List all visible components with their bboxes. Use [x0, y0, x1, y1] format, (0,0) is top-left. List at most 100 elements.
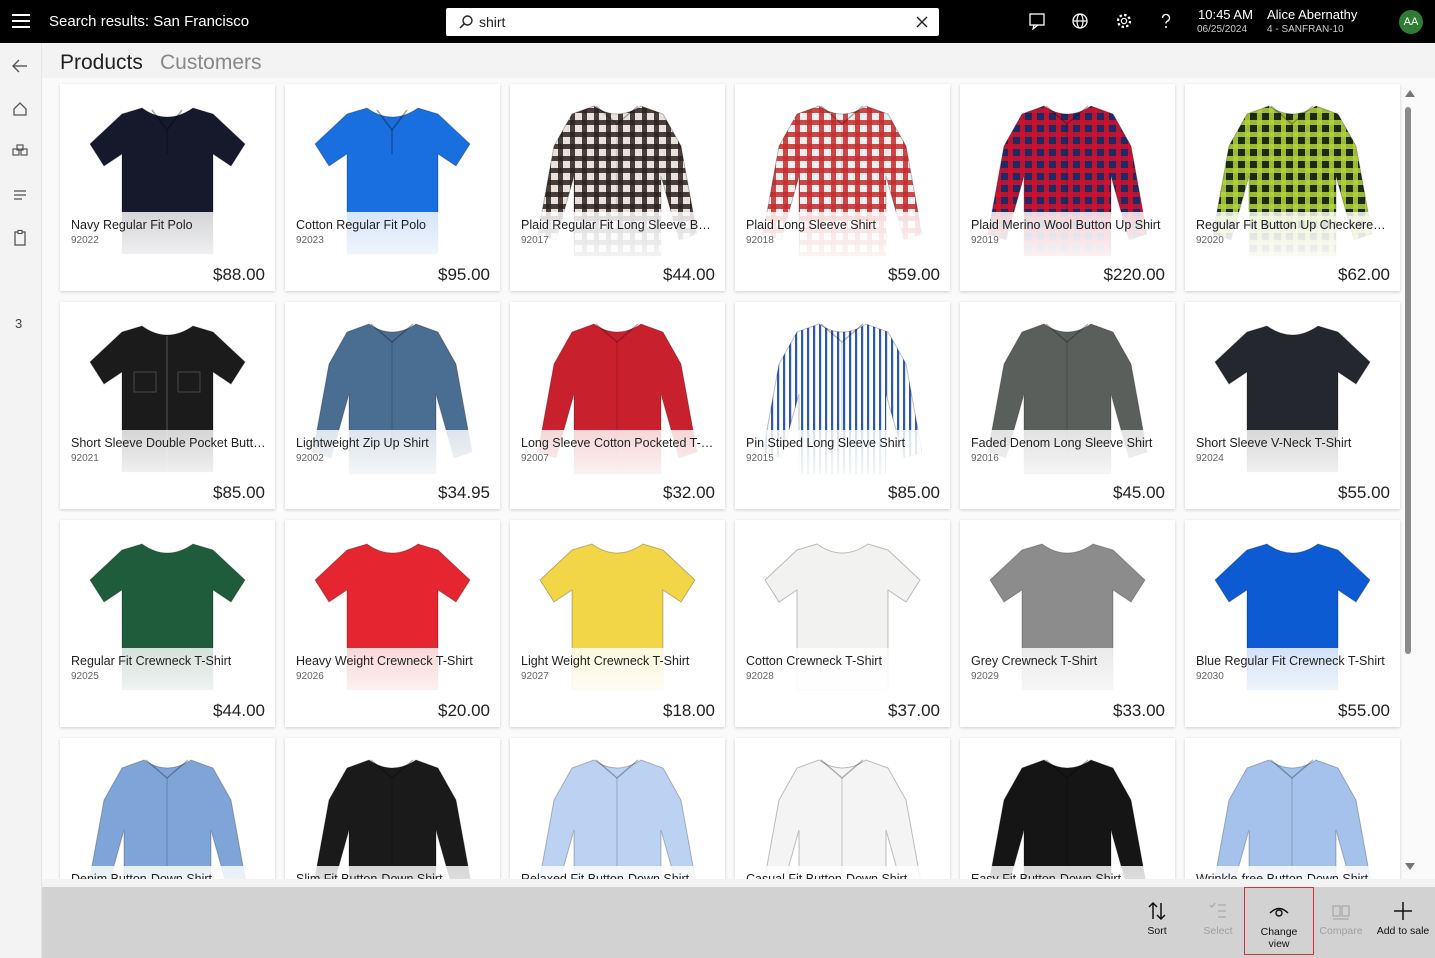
- add-to-sale-button[interactable]: Add to sale: [1371, 887, 1435, 958]
- product-number: 92027: [521, 671, 549, 682]
- product-card[interactable]: Short Sleeve V-Neck T-Shirt 92024 $55.00: [1185, 302, 1400, 509]
- product-name: Regular Fit Button Up Checkered ...: [1196, 218, 1392, 232]
- product-number: 92019: [971, 235, 999, 246]
- message-icon[interactable]: [1028, 12, 1046, 30]
- product-number: 92024: [1196, 453, 1224, 464]
- change-view-button[interactable]: Change view: [1244, 887, 1314, 955]
- product-name: Grey Crewneck T-Shirt: [971, 654, 1098, 668]
- change-view-label-1: Change: [1260, 926, 1298, 938]
- tab-customers[interactable]: Customers: [160, 51, 262, 75]
- product-price: $18.00: [663, 701, 715, 720]
- product-card[interactable]: Regular Fit Crewneck T-Shirt 92025 $44.00: [60, 520, 275, 727]
- product-image: [1185, 738, 1400, 879]
- product-number: 92022: [71, 235, 99, 246]
- product-price: $55.00: [1338, 701, 1390, 720]
- product-card[interactable]: Regular Fit Button Up Checkered ... 92020…: [1185, 84, 1400, 291]
- gear-icon[interactable]: [1115, 12, 1133, 30]
- product-number: 92020: [1196, 235, 1224, 246]
- clipboard-icon[interactable]: [11, 229, 29, 247]
- product-name: Light Weight Crewneck T-Shirt: [521, 654, 690, 668]
- change-view-label-2: view: [1268, 938, 1290, 950]
- select-icon: [1209, 902, 1226, 918]
- eye-icon: [1269, 907, 1289, 917]
- product-card[interactable]: Plaid Regular Fit Long Sleeve Butt... 920…: [510, 84, 725, 291]
- product-price: $85.00: [888, 483, 940, 502]
- scroll-down-icon[interactable]: [1405, 863, 1415, 871]
- help-icon[interactable]: [1157, 12, 1175, 30]
- product-name: Wrinkle-free Button-Down Shirt: [1196, 872, 1369, 879]
- product-card[interactable]: Relaxed Fit Button-Down Shirt: [510, 738, 725, 879]
- product-price: $44.00: [663, 265, 715, 284]
- product-name: Faded Denom Long Sleeve Shirt: [971, 436, 1153, 450]
- product-number: 92017: [521, 235, 549, 246]
- close-icon[interactable]: [915, 15, 929, 29]
- product-card[interactable]: Denim Button-Down Shirt: [60, 738, 275, 879]
- back-arrow-icon[interactable]: [11, 57, 29, 75]
- product-price: $20.00: [438, 701, 490, 720]
- plus-icon: [1394, 902, 1412, 920]
- search-input[interactable]: [479, 12, 899, 32]
- product-number: 92025: [71, 671, 99, 682]
- list-icon[interactable]: [11, 186, 29, 204]
- product-name: Short Sleeve V-Neck T-Shirt: [1196, 436, 1352, 450]
- product-name: Denim Button-Down Shirt: [71, 872, 213, 879]
- product-card[interactable]: Plaid Merino Wool Button Up Shirt 92019 $2…: [960, 84, 1175, 291]
- product-results[interactable]: Navy Regular Fit Polo 92022 $88.00 Cotton R…: [42, 78, 1435, 879]
- tab-products[interactable]: Products: [60, 51, 143, 75]
- globe-icon[interactable]: [1071, 12, 1089, 30]
- product-price: $88.00: [213, 265, 265, 284]
- product-name: Plaid Regular Fit Long Sleeve Butt...: [521, 218, 717, 232]
- products-icon[interactable]: [11, 143, 29, 161]
- scroll-up-icon[interactable]: [1405, 89, 1415, 97]
- product-card[interactable]: Lightweight Zip Up Shirt 92002 $34.95: [285, 302, 500, 509]
- product-card[interactable]: Slim Fit Button-Down Shirt: [285, 738, 500, 879]
- product-card[interactable]: Grey Crewneck T-Shirt 92029 $33.00: [960, 520, 1175, 727]
- product-name: Short Sleeve Double Pocket Butto...: [71, 436, 267, 450]
- product-image: [285, 738, 500, 879]
- product-name: Cotton Crewneck T-Shirt: [746, 654, 882, 668]
- scrollbar[interactable]: [1405, 107, 1411, 654]
- product-name: Relaxed Fit Button-Down Shirt: [521, 872, 690, 879]
- product-name: Slim Fit Button-Down Shirt: [296, 872, 443, 879]
- product-name: Navy Regular Fit Polo: [71, 218, 193, 232]
- product-price: $33.00: [1113, 701, 1165, 720]
- product-card[interactable]: Plaid Long Sleeve Shirt 92018 $59.00: [735, 84, 950, 291]
- product-card[interactable]: Cotton Crewneck T-Shirt 92028 $37.00: [735, 520, 950, 727]
- search-box[interactable]: [446, 8, 939, 36]
- compare-button[interactable]: Compare: [1317, 887, 1365, 958]
- menu-icon[interactable]: [12, 14, 30, 28]
- product-number: 92023: [296, 235, 324, 246]
- action-bar: Sort Select Change view Compare Add to s…: [42, 887, 1435, 958]
- product-price: $32.00: [663, 483, 715, 502]
- product-number: 92002: [296, 453, 324, 464]
- product-card[interactable]: Heavy Weight Crewneck T-Shirt 92026 $20.00: [285, 520, 500, 727]
- compare-icon: [1332, 905, 1350, 920]
- product-image: [60, 738, 275, 879]
- product-name: Regular Fit Crewneck T-Shirt: [71, 654, 232, 668]
- cart-count[interactable]: 3: [15, 316, 22, 331]
- product-card[interactable]: Easy Fit Button-Down Shirt: [960, 738, 1175, 879]
- sort-icon: [1148, 901, 1166, 921]
- product-name: Plaid Merino Wool Button Up Shirt: [971, 218, 1161, 232]
- product-price: $95.00: [438, 265, 490, 284]
- user-name[interactable]: Alice Abernathy: [1267, 7, 1357, 22]
- product-card[interactable]: Faded Denom Long Sleeve Shirt 92016 $45.00: [960, 302, 1175, 509]
- sort-button[interactable]: Sort: [1138, 887, 1176, 958]
- product-price: $220.00: [1103, 265, 1165, 284]
- product-price: $45.00: [1113, 483, 1165, 502]
- product-card[interactable]: Cotton Regular Fit Polo 92023 $95.00: [285, 84, 500, 291]
- select-button[interactable]: Select: [1198, 887, 1238, 958]
- home-icon[interactable]: [11, 100, 29, 118]
- product-card[interactable]: Long Sleeve Cotton Pocketed T-S... 92007 $…: [510, 302, 725, 509]
- product-card[interactable]: Wrinkle-free Button-Down Shirt: [1185, 738, 1400, 879]
- product-card[interactable]: Blue Regular Fit Crewneck T-Shirt 92030 $5…: [1185, 520, 1400, 727]
- product-number: 92026: [296, 671, 324, 682]
- product-card[interactable]: Light Weight Crewneck T-Shirt 92027 $18.00: [510, 520, 725, 727]
- product-card[interactable]: Short Sleeve Double Pocket Butto... 92021…: [60, 302, 275, 509]
- product-name: Cotton Regular Fit Polo: [296, 218, 426, 232]
- product-card[interactable]: Casual Fit Button-Down Shirt: [735, 738, 950, 879]
- product-card[interactable]: Navy Regular Fit Polo 92022 $88.00: [60, 84, 275, 291]
- product-card[interactable]: Pin Stiped Long Sleeve Shirt 92015 $85.00: [735, 302, 950, 509]
- avatar[interactable]: AA: [1399, 10, 1423, 34]
- sort-label: Sort: [1147, 925, 1167, 937]
